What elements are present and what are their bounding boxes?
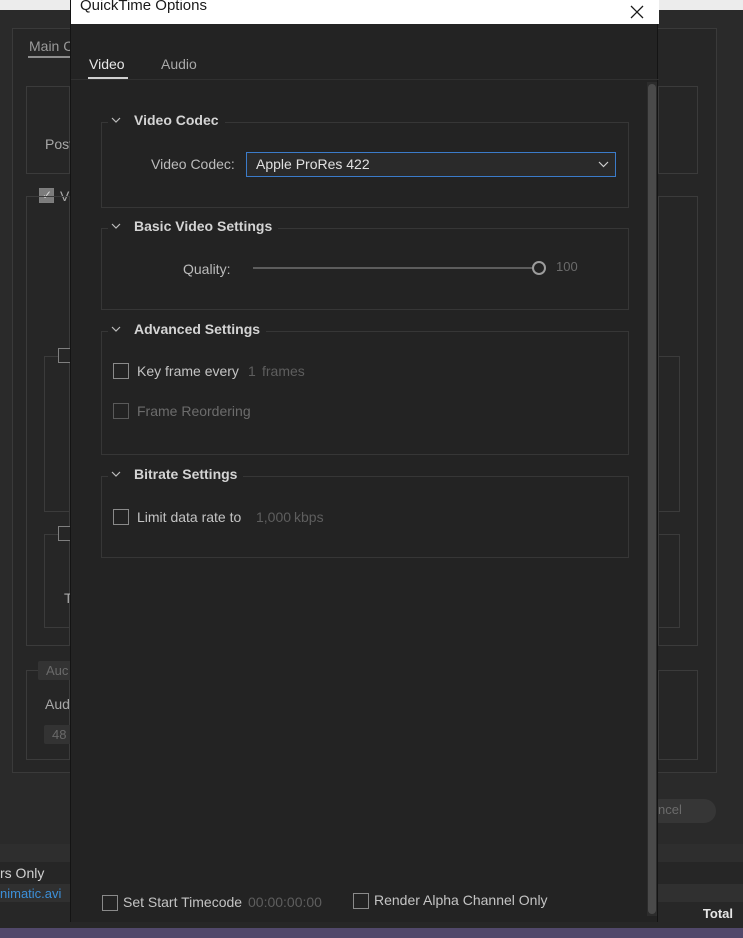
- key-frame-label: Key frame every: [137, 363, 239, 379]
- limit-data-rate-value[interactable]: 1,000: [256, 509, 291, 525]
- video-codec-title: Video Codec: [134, 112, 219, 128]
- vertical-scrollbar[interactable]: [647, 82, 657, 916]
- close-button[interactable]: [615, 0, 659, 24]
- render-alpha-label: Render Alpha Channel Only: [374, 892, 548, 908]
- background-file-link[interactable]: nimatic.avi: [0, 886, 61, 901]
- bitrate-settings-title: Bitrate Settings: [134, 466, 238, 482]
- tab-video[interactable]: Video: [89, 56, 125, 72]
- taskbar: [0, 928, 743, 938]
- set-start-timecode-checkbox[interactable]: [102, 895, 118, 911]
- quality-label: Quality:: [183, 261, 231, 277]
- tab-audio[interactable]: Audio: [161, 56, 197, 72]
- background-inner-box: [44, 534, 70, 628]
- video-codec-header[interactable]: Video Codec: [108, 110, 225, 130]
- quicktime-options-dialog: QuickTime Options Video Audio Video Code…: [70, 0, 659, 922]
- basic-video-settings-title: Basic Video Settings: [134, 218, 273, 234]
- background-total-label: Total: [702, 906, 733, 921]
- key-frame-checkbox[interactable]: [113, 363, 129, 379]
- basic-video-settings-header[interactable]: Basic Video Settings: [108, 216, 279, 236]
- background-box: [26, 86, 70, 174]
- advanced-settings-section: Advanced Settings: [101, 319, 629, 455]
- dialog-title: QuickTime Options: [80, 0, 207, 14]
- limit-data-rate-checkbox[interactable]: [113, 509, 129, 525]
- background-inner-box: [658, 356, 680, 512]
- advanced-settings-title: Advanced Settings: [134, 321, 261, 337]
- chevron-down-icon: [598, 161, 609, 168]
- active-tab-indicator: [88, 77, 128, 79]
- background-audio-box: [26, 670, 70, 760]
- frame-reordering-checkbox[interactable]: [113, 403, 129, 419]
- render-alpha-checkbox[interactable]: [353, 893, 369, 909]
- background-box: [658, 86, 698, 174]
- dialog-titlebar[interactable]: QuickTime Options: [71, 0, 659, 24]
- quality-value[interactable]: 100: [556, 259, 578, 274]
- background-main-tab[interactable]: Main C: [29, 38, 73, 54]
- limit-data-rate-unit: kbps: [294, 509, 324, 525]
- video-codec-label: Video Codec:: [151, 156, 235, 172]
- basic-video-settings-section: Basic Video Settings: [101, 216, 629, 310]
- background-audio-box: [658, 670, 698, 760]
- background-audio-label: Aud: [45, 696, 70, 712]
- background-post-label: Post: [45, 136, 74, 152]
- advanced-settings-header[interactable]: Advanced Settings: [108, 319, 267, 339]
- video-codec-value: Apple ProRes 422: [256, 156, 370, 172]
- background-inner-box: [44, 356, 70, 512]
- tab-bar: Video Audio: [71, 46, 659, 80]
- chevron-down-icon: [111, 223, 121, 229]
- close-icon: [630, 5, 644, 19]
- chevron-down-icon: [111, 471, 121, 477]
- frame-reordering-label: Frame Reordering: [137, 403, 251, 419]
- set-start-timecode-label: Set Start Timecode: [123, 894, 243, 910]
- quality-slider-handle[interactable]: [532, 261, 546, 275]
- background-tab-underline: [28, 56, 72, 58]
- chevron-down-icon: [111, 117, 121, 123]
- start-timecode-value[interactable]: 00:00:00:00: [248, 894, 322, 910]
- background-bottom-label: rs Only: [0, 865, 45, 881]
- scrollbar-thumb[interactable]: [648, 84, 656, 914]
- quality-slider-track[interactable]: [253, 267, 535, 269]
- key-frame-value[interactable]: 1: [248, 363, 256, 379]
- limit-data-rate-label: Limit data rate to: [137, 509, 242, 525]
- video-codec-select[interactable]: Apple ProRes 422: [246, 152, 616, 177]
- background-cancel-button[interactable]: ncel: [648, 799, 716, 823]
- background-inner-box: [658, 534, 680, 628]
- bitrate-settings-header[interactable]: Bitrate Settings: [108, 464, 244, 484]
- chevron-down-icon: [111, 326, 121, 332]
- key-frame-unit: frames: [262, 363, 305, 379]
